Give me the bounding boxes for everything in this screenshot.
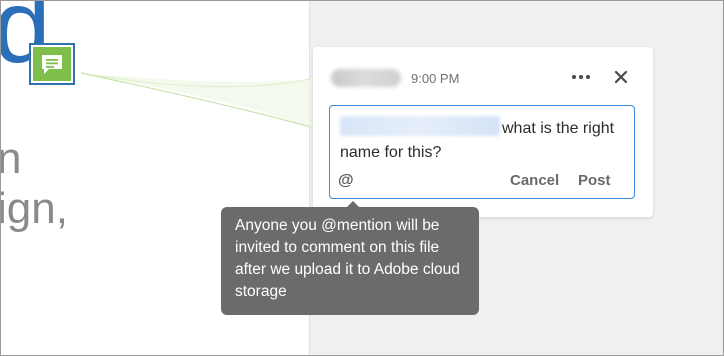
mention-tooltip: Anyone you @mention will be invited to c… xyxy=(221,207,479,315)
mention-button[interactable]: @ xyxy=(338,172,354,190)
post-button[interactable]: Post xyxy=(578,172,611,189)
app-frame: d n ign, 9:00 PM xyxy=(0,0,724,356)
close-icon xyxy=(614,70,628,84)
document-text-line-2: ign, xyxy=(0,184,68,233)
comment-time: 9:00 PM xyxy=(411,71,460,86)
author-name-redacted xyxy=(331,69,401,87)
comment-draft: what is the right name for this? xyxy=(340,116,626,165)
cancel-button[interactable]: Cancel xyxy=(510,172,559,189)
comment-marker[interactable] xyxy=(29,43,75,85)
comment-bubble-icon xyxy=(33,47,71,81)
close-button[interactable] xyxy=(611,67,631,87)
comment-card: 9:00 PM what is the right name for this?… xyxy=(313,47,653,217)
document-text-line-1: n xyxy=(1,137,21,181)
comment-input[interactable]: what is the right name for this? @ Cance… xyxy=(329,105,635,199)
more-options-button[interactable] xyxy=(569,67,593,87)
more-options-icon xyxy=(572,75,590,79)
mention-chip-redacted xyxy=(340,116,500,136)
